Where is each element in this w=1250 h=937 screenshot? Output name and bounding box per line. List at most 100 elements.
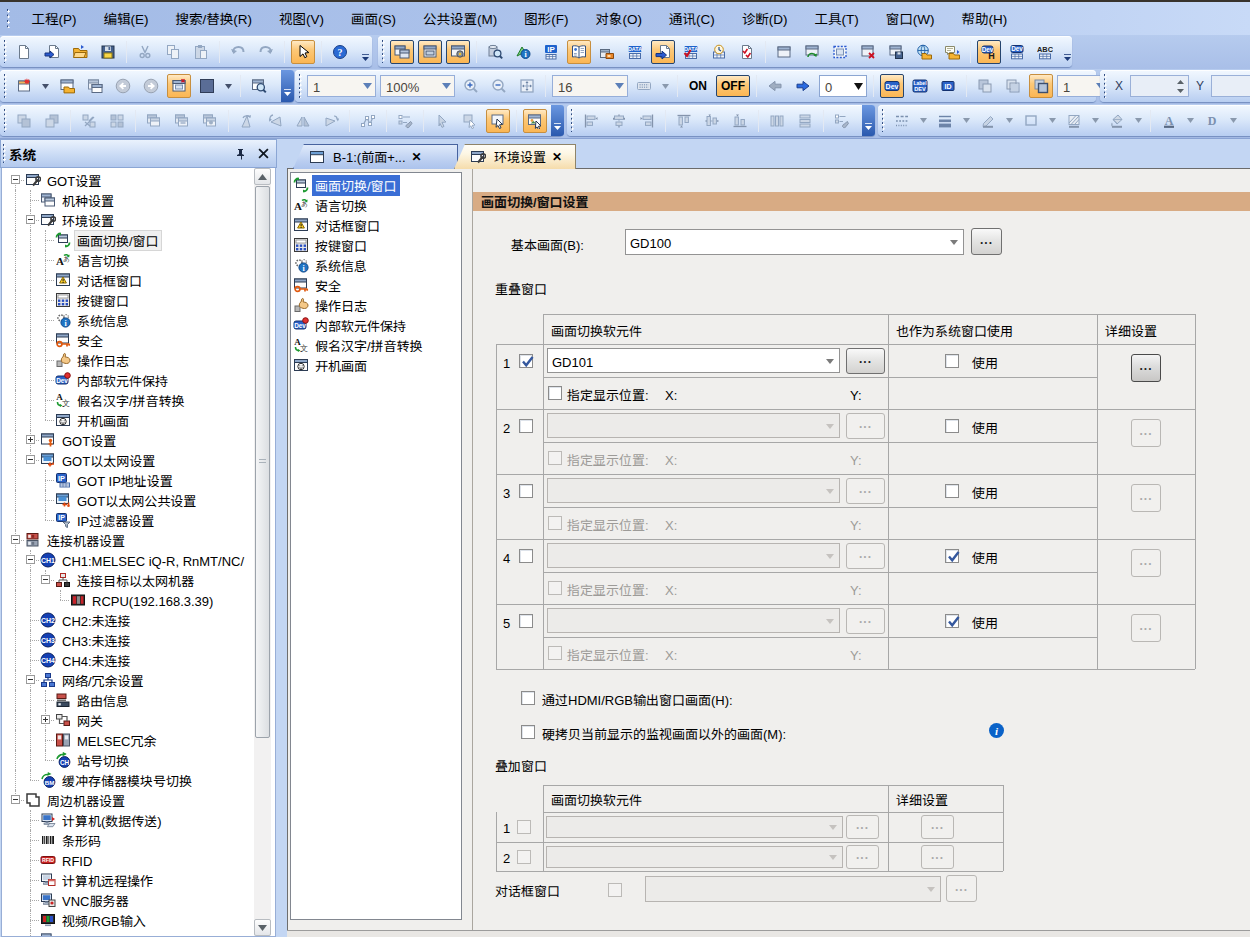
overlap-row3-detail-button[interactable]: ...: [1131, 484, 1161, 512]
tree-item-9[interactable]: 操作日志: [2, 350, 252, 370]
toolbar-grip[interactable]: [4, 40, 8, 63]
overlap-row2-detail-button[interactable]: ...: [1131, 419, 1161, 447]
distribute-horizontal-button[interactable]: [765, 109, 789, 133]
label-device-button[interactable]: LabelDEV: [908, 74, 932, 98]
tree-item-34[interactable]: RFIDRFID: [2, 850, 252, 870]
hdmi-output-checkbox[interactable]: [521, 691, 535, 705]
overlap-row4-device-browse-button[interactable]: ...: [846, 543, 885, 569]
import-project-button[interactable]: [40, 40, 64, 64]
toolbar-options-icon[interactable]: [551, 105, 564, 136]
overlap-row1-detail-button[interactable]: ...: [1131, 354, 1161, 382]
toolbar-options-icon[interactable]: [1061, 36, 1074, 67]
tree-item-16[interactable]: GOT以太网公共设置: [2, 490, 252, 510]
tree-item-27[interactable]: 网关: [2, 710, 252, 730]
device-import-button[interactable]: [651, 40, 675, 64]
ungroup-button[interactable]: [105, 109, 129, 133]
hardcopy-checkbox[interactable]: [521, 725, 535, 739]
new-project-button[interactable]: [12, 40, 36, 64]
device-on-button[interactable]: ON: [684, 75, 712, 97]
tree-item-4[interactable]: Aあ语言切换: [2, 250, 252, 270]
flip-vertical-button[interactable]: [319, 109, 343, 133]
tree-expander-icon[interactable]: [26, 555, 35, 564]
overlap-row5-position-checkbox[interactable]: [548, 646, 562, 660]
toolbar-grip[interactable]: [4, 74, 8, 98]
overlap-row2-position-checkbox[interactable]: [548, 451, 562, 465]
script-import-button[interactable]: [940, 40, 964, 64]
tree-expander-icon[interactable]: [26, 455, 35, 464]
tree-item-11[interactable]: A文假名汉字/拼音转换: [2, 390, 252, 410]
settings-nav-7[interactable]: Dev内部软元件保持: [291, 315, 461, 335]
help-button[interactable]: ?: [328, 40, 352, 64]
rotate-left-button[interactable]: [263, 109, 287, 133]
screen-preview-button[interactable]: [247, 74, 271, 98]
menu-10[interactable]: 工具(T): [801, 2, 872, 35]
tab-environment-settings[interactable]: 环境设置✕: [454, 144, 576, 169]
menu-1[interactable]: 编辑(E): [90, 2, 162, 35]
superimpose-row2-enable-checkbox[interactable]: [517, 850, 531, 864]
tree-item-25[interactable]: 网络/冗余设置: [2, 670, 252, 690]
window-preview1-button[interactable]: [390, 40, 414, 64]
open-project-button[interactable]: [68, 40, 92, 64]
toolbar-grip[interactable]: [882, 109, 886, 132]
select-area-button[interactable]: [458, 109, 482, 133]
device-display-button[interactable]: Dev: [880, 74, 904, 98]
rotate-button[interactable]: [235, 109, 259, 133]
select-object-button[interactable]: [430, 109, 454, 133]
overlap-row1-enable-checkbox[interactable]: [519, 354, 533, 368]
tree-item-33[interactable]: 条形码: [2, 830, 252, 850]
window-preview3-button[interactable]: [446, 40, 470, 64]
toolbar-options-icon[interactable]: [281, 70, 294, 102]
device-table-button[interactable]: Dev: [1005, 40, 1029, 64]
window-screen-button[interactable]: [772, 40, 796, 64]
overlap-row5-enable-checkbox[interactable]: [519, 614, 533, 628]
line-width-button[interactable]: [933, 109, 957, 133]
zoom-in-button[interactable]: [459, 74, 483, 98]
tree-expander-icon[interactable]: [11, 795, 20, 804]
tree-item-24[interactable]: CH4CH4:未连接: [2, 650, 252, 670]
toolbar-grip[interactable]: [4, 109, 8, 132]
dialog-window-browse-button[interactable]: ...: [946, 875, 977, 902]
screen-color-button[interactable]: [195, 74, 219, 98]
info-icon[interactable]: i: [989, 723, 1004, 738]
paste-button[interactable]: [189, 40, 213, 64]
cut-button[interactable]: [133, 40, 157, 64]
align-center-button[interactable]: [607, 109, 631, 133]
superimpose-row1-device-browse-button[interactable]: ...: [846, 815, 879, 839]
overlap-row4-device-combo[interactable]: [547, 543, 840, 568]
toolbar-grip[interactable]: [299, 74, 303, 98]
layer-back-button[interactable]: [973, 74, 997, 98]
device-timing-button[interactable]: [707, 40, 731, 64]
id-display-button[interactable]: ID: [936, 74, 960, 98]
send-to-back-button[interactable]: [40, 109, 64, 133]
x-coordinate-spinner[interactable]: [1130, 75, 1189, 97]
overlap-row5-device-combo[interactable]: [547, 608, 840, 633]
window-frame-button[interactable]: [828, 40, 852, 64]
tab-close-icon[interactable]: ✕: [550, 150, 564, 164]
overlap-row4-position-checkbox[interactable]: [548, 581, 562, 595]
tree-item-12[interactable]: 开机画面: [2, 410, 252, 430]
pin-icon[interactable]: [232, 145, 250, 163]
tree-item-6[interactable]: 按键窗口: [2, 290, 252, 310]
text-color-dropdown[interactable]: [1185, 110, 1196, 132]
pattern-dropdown[interactable]: [1090, 110, 1101, 132]
tree-expander-icon[interactable]: [41, 715, 50, 724]
window-refresh-button[interactable]: [800, 40, 824, 64]
align-bottom-button[interactable]: [728, 109, 752, 133]
bring-to-front-button[interactable]: [12, 109, 36, 133]
align-middle-button[interactable]: [700, 109, 724, 133]
settings-nav-3[interactable]: 按键窗口: [291, 235, 461, 255]
device-list-button[interactable]: DATA: [623, 40, 647, 64]
paste-attribute1-button[interactable]: [142, 109, 166, 133]
select-mode-button[interactable]: [291, 40, 315, 64]
menu-8[interactable]: 通讯(C): [656, 2, 729, 35]
back-button[interactable]: [111, 74, 135, 98]
overlap-row1-position-checkbox[interactable]: [548, 386, 562, 400]
open-screen-button[interactable]: [55, 74, 79, 98]
tree-item-32[interactable]: 计算机(数据传送): [2, 810, 252, 830]
grid-size-combo-arrow[interactable]: [612, 76, 627, 96]
key-window-button[interactable]: [632, 74, 656, 98]
settings-nav-4[interactable]: i系统信息: [291, 255, 461, 275]
toolbar-options-icon[interactable]: [862, 105, 875, 136]
line-style-dropdown[interactable]: [918, 110, 929, 132]
window-preview2-button[interactable]: [418, 40, 442, 64]
